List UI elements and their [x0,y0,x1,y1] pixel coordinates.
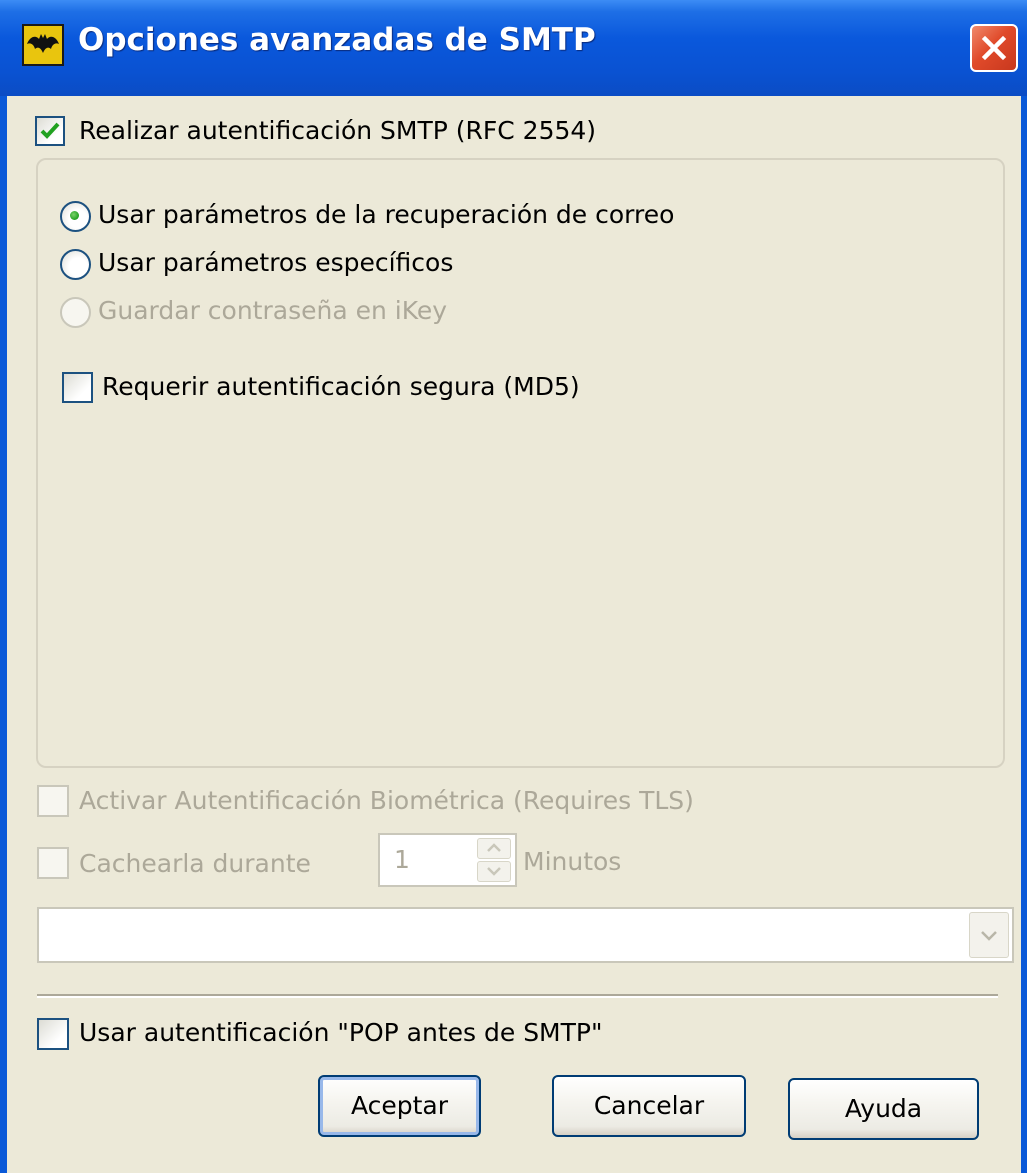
cancel-button[interactable]: Cancelar [552,1075,746,1137]
pop-before-smtp-checkbox[interactable] [37,1018,69,1050]
ok-button[interactable]: Aceptar [318,1075,481,1137]
secure-auth-checkbox[interactable] [62,372,93,403]
spin-up-button[interactable] [477,838,511,859]
bat-app-icon [22,24,64,66]
cache-label: Cachearla durante [79,849,311,878]
device-combobox[interactable] [37,907,1014,963]
separator-line [37,994,998,998]
biometric-auth-checkbox[interactable] [37,785,69,817]
combo-dropdown-button[interactable] [969,912,1009,958]
biometric-auth-label: Activar Autentificación Biométrica (Requ… [79,786,694,815]
dialog-client-area: Realizar autentificación SMTP (RFC 2554)… [7,96,1021,1173]
dialog-window: Opciones avanzadas de SMTP Realizar aute… [0,0,1027,1173]
pop-before-smtp-label: Usar autentificación "POP antes de SMTP" [79,1018,603,1047]
retrieval-params-label: Usar parámetros de la recuperación de co… [98,200,675,229]
save-password-ikey-radio[interactable] [60,297,91,328]
checkmark-icon [40,122,60,139]
radio-selected-dot [70,211,79,220]
chevron-down-icon [487,867,501,876]
spin-down-button[interactable] [477,861,511,882]
specific-params-radio[interactable] [60,249,91,280]
close-button[interactable] [970,24,1018,72]
close-icon [981,35,1007,61]
chevron-down-icon [981,931,997,941]
help-button-label: Ayuda [844,1094,923,1123]
cache-minutes-value: 1 [394,845,410,874]
specific-params-label: Usar parámetros específicos [98,248,454,277]
cache-checkbox[interactable] [37,847,69,879]
smtp-auth-checkbox[interactable] [35,116,65,146]
secure-auth-label: Requerir autentificación segura (MD5) [102,372,580,401]
cache-unit-label: Minutos [523,847,622,876]
ok-button-label: Aceptar [350,1091,449,1120]
dialog-title: Opciones avanzadas de SMTP [78,22,596,58]
title-bar[interactable]: Opciones avanzadas de SMTP [0,0,1027,96]
save-password-ikey-label: Guardar contraseña en iKey [98,296,448,325]
smtp-auth-label: Realizar autentificación SMTP (RFC 2554) [79,116,597,145]
help-button[interactable]: Ayuda [788,1078,979,1140]
cancel-button-label: Cancelar [593,1091,705,1120]
retrieval-params-radio[interactable] [60,201,91,232]
chevron-up-icon [487,843,501,852]
cache-minutes-spinner[interactable]: 1 [378,833,517,887]
